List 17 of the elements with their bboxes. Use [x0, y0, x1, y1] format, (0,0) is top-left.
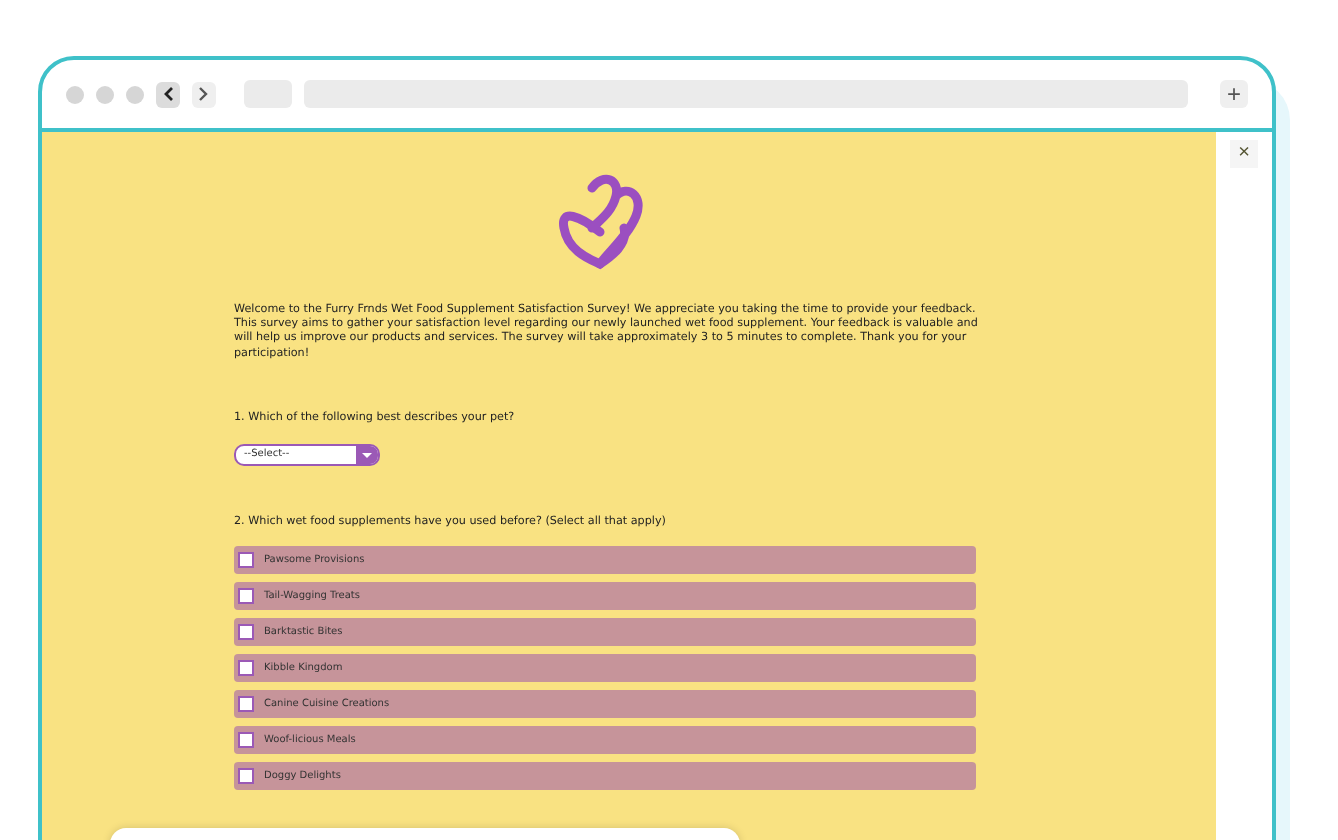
window-dot: [66, 85, 84, 103]
checkbox[interactable]: [238, 731, 254, 748]
forward-button[interactable]: [192, 81, 216, 107]
checkbox[interactable]: [238, 623, 254, 640]
window-dot: [126, 85, 144, 103]
chevron-left-icon: [162, 86, 174, 102]
chevron-right-icon: [198, 86, 210, 102]
checkbox[interactable]: [238, 587, 254, 604]
window-dot: [96, 85, 114, 103]
close-button[interactable]: ×: [1230, 140, 1258, 168]
new-tab-button[interactable]: +: [1220, 80, 1248, 108]
checkbox[interactable]: [238, 695, 254, 712]
checkbox[interactable]: [238, 767, 254, 784]
caret-icon: [356, 445, 378, 464]
checkbox[interactable]: [238, 659, 254, 676]
checkbox[interactable]: [238, 551, 254, 568]
back-button[interactable]: [156, 81, 180, 107]
